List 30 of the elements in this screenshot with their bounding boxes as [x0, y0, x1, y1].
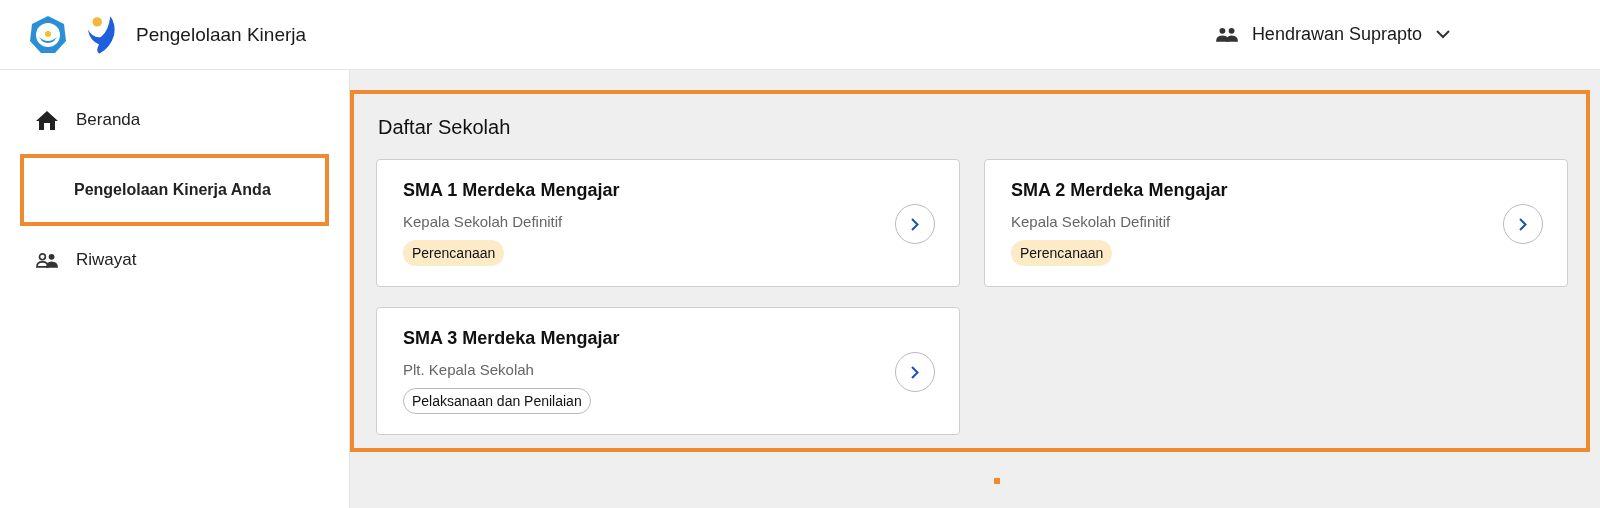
- status-tag: Perencanaan: [1011, 240, 1113, 266]
- open-button[interactable]: [895, 352, 935, 392]
- sidebar-item[interactable]: Beranda: [20, 92, 329, 148]
- open-button[interactable]: [1503, 204, 1543, 244]
- school-name: SMA 3 Merdeka Mengajar: [403, 328, 620, 349]
- chevron-right-icon: [911, 365, 919, 379]
- school-role: Kepala Sekolah Definitif: [403, 213, 563, 230]
- school-name: SMA 1 Merdeka Mengajar: [403, 180, 620, 201]
- user-menu-button[interactable]: Hendrawan Suprapto: [1215, 24, 1450, 45]
- app-title: Pengelolaan Kinerja: [136, 23, 307, 46]
- status-tag: Pelaksanaan dan Penilaian: [403, 388, 591, 414]
- figure-logo-icon: [86, 13, 116, 56]
- school-role: Kepala Sekolah Definitif: [1011, 213, 1171, 230]
- people-icon: [1215, 27, 1238, 42]
- section-title: Daftar Sekolah: [378, 116, 512, 139]
- school-name: SMA 2 Merdeka Mengajar: [1011, 180, 1228, 201]
- school-card[interactable]: SMA 3 Merdeka Mengajar Plt. Kepala Sekolah Pelaksanaan dan Penilaian: [376, 307, 960, 435]
- open-button[interactable]: [895, 204, 935, 244]
- home-icon: [36, 110, 58, 130]
- emblem-logo-icon: [28, 14, 68, 55]
- chevron-right-icon: [1519, 217, 1527, 231]
- sidebar-item[interactable]: Pengelolaan Kinerja Anda: [20, 154, 329, 226]
- people-icon: [36, 252, 58, 268]
- school-card[interactable]: SMA 2 Merdeka Mengajar Kepala Sekolah Definitif Perencanaan: [984, 159, 1568, 287]
- chevron-down-icon: [1436, 30, 1450, 39]
- chevron-right-icon: [911, 217, 919, 231]
- status-tag: Perencanaan: [403, 240, 505, 266]
- sidebar-item[interactable]: Riwayat: [20, 232, 329, 288]
- school-card[interactable]: SMA 1 Merdeka Mengajar Kepala Sekolah Definitif Perencanaan: [376, 159, 960, 287]
- school-role: Plt. Kepala Sekolah: [403, 361, 534, 378]
